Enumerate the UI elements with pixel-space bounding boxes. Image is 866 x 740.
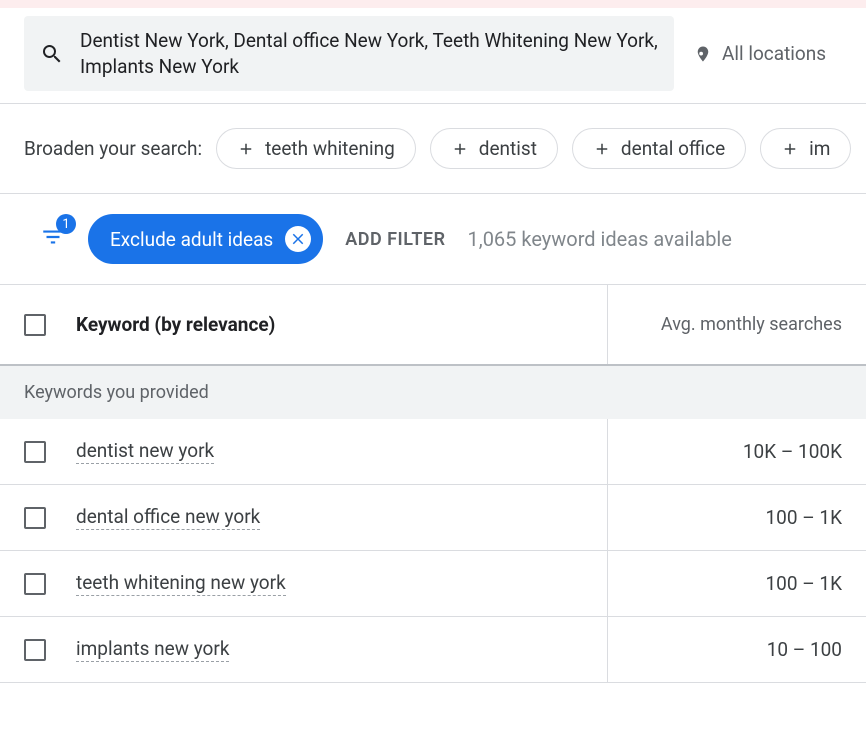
searches-value: 100 – 1K bbox=[608, 552, 866, 615]
add-filter-button[interactable]: ADD FILTER bbox=[345, 229, 445, 250]
location-selector[interactable]: All locations bbox=[694, 42, 826, 65]
searches-value: 10K – 100K bbox=[608, 420, 866, 483]
search-icon bbox=[40, 42, 64, 66]
keyword-text[interactable]: dentist new york bbox=[76, 439, 214, 464]
row-checkbox[interactable] bbox=[24, 639, 46, 661]
broaden-chip[interactable]: im bbox=[760, 128, 851, 169]
broaden-chip[interactable]: teeth whitening bbox=[216, 128, 416, 169]
keyword-text[interactable]: dental office new york bbox=[76, 505, 260, 530]
search-input[interactable]: Dentist New York, Dental office New York… bbox=[24, 16, 674, 91]
broaden-chip[interactable]: dentist bbox=[430, 128, 558, 169]
table-row: implants new york 10 – 100 bbox=[0, 617, 866, 683]
table-row: dentist new york 10K – 100K bbox=[0, 419, 866, 485]
plus-icon bbox=[237, 140, 255, 158]
filter-count-badge: 1 bbox=[56, 214, 76, 234]
ideas-available-text: 1,065 keyword ideas available bbox=[468, 227, 732, 251]
keyword-text[interactable]: implants new york bbox=[76, 637, 229, 662]
row-checkbox[interactable] bbox=[24, 573, 46, 595]
broaden-search-bar: Broaden your search: teeth whitening dent… bbox=[0, 104, 866, 194]
searches-column-header[interactable]: Avg. monthly searches bbox=[608, 286, 866, 363]
searches-value: 100 – 1K bbox=[608, 486, 866, 549]
row-checkbox[interactable] bbox=[24, 441, 46, 463]
plus-icon bbox=[593, 140, 611, 158]
table-header-row: Keyword (by relevance) Avg. monthly sear… bbox=[0, 284, 866, 366]
select-all-checkbox[interactable] bbox=[24, 314, 46, 336]
table-row: teeth whitening new york 100 – 1K bbox=[0, 551, 866, 617]
chip-label: dentist bbox=[479, 137, 537, 160]
filter-funnel-button[interactable]: 1 bbox=[40, 224, 66, 254]
remove-filter-button[interactable] bbox=[285, 226, 311, 252]
top-bar: Dentist New York, Dental office New York… bbox=[0, 0, 866, 104]
broaden-label: Broaden your search: bbox=[24, 137, 202, 160]
searches-value: 10 – 100 bbox=[608, 618, 866, 681]
chip-label: teeth whitening bbox=[265, 137, 395, 160]
location-label: All locations bbox=[722, 42, 826, 65]
chip-label: im bbox=[809, 137, 830, 160]
plus-icon bbox=[781, 140, 799, 158]
keyword-text[interactable]: teeth whitening new york bbox=[76, 571, 286, 596]
keyword-column-header[interactable]: Keyword (by relevance) bbox=[76, 313, 275, 336]
search-text: Dentist New York, Dental office New York… bbox=[80, 28, 658, 79]
section-label: Keywords you provided bbox=[0, 366, 866, 419]
broaden-chip[interactable]: dental office bbox=[572, 128, 746, 169]
chip-label: dental office bbox=[621, 137, 725, 160]
table-row: dental office new york 100 – 1K bbox=[0, 485, 866, 551]
plus-icon bbox=[451, 140, 469, 158]
close-icon bbox=[289, 230, 307, 248]
row-checkbox[interactable] bbox=[24, 507, 46, 529]
filter-pill-label: Exclude adult ideas bbox=[110, 228, 273, 251]
active-filter-pill[interactable]: Exclude adult ideas bbox=[88, 214, 323, 264]
location-pin-icon bbox=[694, 45, 712, 63]
filter-bar: 1 Exclude adult ideas ADD FILTER 1,065 k… bbox=[0, 194, 866, 284]
